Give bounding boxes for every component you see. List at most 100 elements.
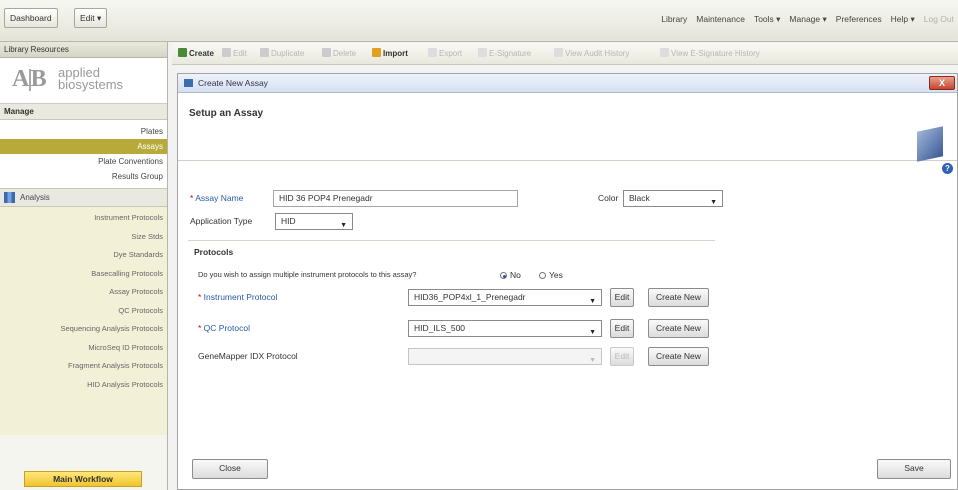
multiple-protocols-question: Do you wish to assign multiple instrumen… bbox=[198, 270, 417, 279]
menu-tools[interactable]: Tools ▾ bbox=[754, 14, 780, 25]
duplicate-label: Duplicate bbox=[271, 49, 305, 58]
sidebar-item-fragment-analysis-protocols[interactable]: Fragment Analysis Protocols bbox=[0, 357, 167, 376]
delete-icon bbox=[322, 48, 331, 57]
qc-protocol-label: QC Protocol bbox=[198, 323, 250, 333]
qc-protocol-value: HID_ILS_500 bbox=[414, 323, 466, 333]
import-button[interactable]: Import bbox=[372, 48, 408, 58]
radio-unselected-icon bbox=[539, 272, 546, 279]
audit-history-label: View Audit History bbox=[565, 49, 630, 58]
e-signature-icon bbox=[478, 48, 487, 57]
delete-label: Delete bbox=[333, 49, 357, 58]
edit-icon bbox=[222, 48, 231, 57]
sidebar-item-instrument-protocols[interactable]: Instrument Protocols bbox=[0, 209, 167, 228]
save-button[interactable]: Save bbox=[877, 459, 951, 479]
genemapper-idx-protocol-label: GeneMapper IDX Protocol bbox=[198, 351, 298, 361]
qc-protocol-select[interactable]: HID_ILS_500 ▼ bbox=[408, 320, 602, 337]
e-signature-history-label: View E-Signature History bbox=[671, 49, 760, 58]
sidebar-header: Library Resources bbox=[0, 42, 167, 58]
color-label: Color bbox=[598, 193, 619, 203]
chevron-down-icon: ▼ bbox=[340, 222, 347, 229]
sidebar-item-assays[interactable]: Assays bbox=[0, 139, 167, 154]
sidebar-item-basecalling-protocols[interactable]: Basecalling Protocols bbox=[0, 265, 167, 284]
export-label: Export bbox=[439, 49, 463, 58]
audit-history-icon bbox=[554, 48, 563, 57]
assay-cube-icon bbox=[917, 126, 943, 162]
edit-menu-button[interactable]: Edit ▾ bbox=[74, 8, 108, 28]
create-new-qc-protocol-button[interactable]: Create New bbox=[648, 319, 709, 338]
menu-help[interactable]: Help ▾ bbox=[891, 14, 915, 25]
sidebar-item-size-stds[interactable]: Size Stds bbox=[0, 228, 167, 247]
sidebar-item-qc-protocols[interactable]: QC Protocols bbox=[0, 302, 167, 321]
sidebar-item-assay-protocols[interactable]: Assay Protocols bbox=[0, 283, 167, 302]
multiple-protocols-yes-radio[interactable]: Yes bbox=[539, 270, 563, 280]
library-sidebar: Library Resources A|B applied biosystems… bbox=[0, 42, 168, 490]
sidebar-item-plates[interactable]: Plates bbox=[0, 124, 167, 139]
create-new-genemapper-protocol-button[interactable]: Create New bbox=[648, 347, 709, 366]
application-type-value: HID bbox=[281, 216, 296, 226]
sidebar-item-results-group[interactable]: Results Group bbox=[0, 169, 167, 184]
main-menu: Library Maintenance Tools ▾ Manage ▾ Pre… bbox=[661, 14, 954, 25]
menu-library[interactable]: Library bbox=[661, 14, 687, 25]
analysis-section-title[interactable]: Analysis bbox=[0, 189, 167, 207]
main-workflow-button[interactable]: Main Workflow bbox=[24, 471, 142, 487]
instrument-protocol-label: Instrument Protocol bbox=[198, 292, 278, 302]
manage-section-title: Manage bbox=[0, 104, 167, 120]
edit-label: Edit bbox=[233, 49, 247, 58]
logo-line-2: biosystems bbox=[58, 77, 124, 92]
logo-text: applied biosystems bbox=[58, 66, 124, 92]
assay-form: Assay Name HID 36 POP4 Prenegadr Color B… bbox=[178, 161, 957, 461]
sidebar-item-hid-analysis-protocols[interactable]: HID Analysis Protocols bbox=[0, 376, 167, 395]
edit-genemapper-protocol-button[interactable]: Edit bbox=[610, 347, 634, 366]
edit-button[interactable]: Edit bbox=[222, 48, 247, 58]
create-icon bbox=[178, 48, 187, 57]
sidebar-item-sequencing-analysis-protocols[interactable]: Sequencing Analysis Protocols bbox=[0, 320, 167, 339]
menu-preferences[interactable]: Preferences bbox=[836, 14, 882, 25]
sidebar-item-plate-conventions[interactable]: Plate Conventions bbox=[0, 154, 167, 169]
view-audit-history-button[interactable]: View Audit History bbox=[554, 48, 629, 58]
e-signature-button[interactable]: E-Signature bbox=[478, 48, 531, 58]
chevron-down-icon: ▼ bbox=[589, 298, 596, 305]
setup-title: Setup an Assay bbox=[189, 108, 264, 119]
genemapper-idx-protocol-select[interactable]: ▼ bbox=[408, 348, 602, 365]
dashboard-button[interactable]: Dashboard bbox=[4, 8, 58, 28]
duplicate-button[interactable]: Duplicate bbox=[260, 48, 304, 58]
menu-manage[interactable]: Manage ▾ bbox=[789, 14, 826, 25]
import-label: Import bbox=[383, 49, 408, 58]
delete-button[interactable]: Delete bbox=[322, 48, 356, 58]
color-select[interactable]: Black ▼ bbox=[623, 190, 723, 207]
export-button[interactable]: Export bbox=[428, 48, 462, 58]
import-icon bbox=[372, 48, 381, 57]
library-toolbar: Create Edit Duplicate Delete Import Expo… bbox=[172, 43, 958, 65]
close-button[interactable]: Close bbox=[192, 459, 268, 479]
assay-name-label: Assay Name bbox=[190, 193, 243, 203]
duplicate-icon bbox=[260, 48, 269, 57]
color-select-value: Black bbox=[629, 193, 650, 203]
application-type-select[interactable]: HID ▼ bbox=[275, 213, 353, 230]
create-label: Create bbox=[189, 49, 214, 58]
instrument-protocol-select[interactable]: HID36_POP4xl_1_Prenegadr ▼ bbox=[408, 289, 602, 306]
dialog-close-button[interactable]: X bbox=[929, 76, 955, 90]
analysis-section-label: Analysis bbox=[20, 193, 50, 202]
setup-header: Setup an Assay bbox=[178, 93, 957, 162]
e-signature-label: E-Signature bbox=[489, 49, 532, 58]
logout-link[interactable]: Log Out bbox=[924, 14, 954, 25]
menu-maintenance[interactable]: Maintenance bbox=[696, 14, 745, 25]
chevron-down-icon: ▼ bbox=[710, 199, 717, 206]
chevron-down-icon: ▼ bbox=[589, 357, 596, 364]
sidebar-item-dye-standards[interactable]: Dye Standards bbox=[0, 246, 167, 265]
sidebar-item-microseq-id-protocols[interactable]: MicroSeq ID Protocols bbox=[0, 339, 167, 358]
yes-option-label: Yes bbox=[549, 270, 563, 280]
e-signature-history-icon bbox=[660, 48, 669, 57]
protocol-list: Instrument Protocols Size Stds Dye Stand… bbox=[0, 207, 167, 435]
dialog-app-icon bbox=[184, 79, 193, 87]
edit-instrument-protocol-button[interactable]: Edit bbox=[610, 288, 634, 307]
logo-mark: A|B bbox=[12, 66, 47, 92]
no-option-label: No bbox=[510, 270, 521, 280]
create-button[interactable]: Create bbox=[178, 48, 214, 58]
multiple-protocols-no-radio[interactable]: No bbox=[500, 270, 521, 280]
assay-name-input[interactable]: HID 36 POP4 Prenegadr bbox=[273, 190, 518, 207]
create-new-instrument-protocol-button[interactable]: Create New bbox=[648, 288, 709, 307]
edit-qc-protocol-button[interactable]: Edit bbox=[610, 319, 634, 338]
manage-list: Plates Assays Plate Conventions Results … bbox=[0, 120, 167, 189]
view-e-signature-history-button[interactable]: View E-Signature History bbox=[660, 48, 760, 58]
